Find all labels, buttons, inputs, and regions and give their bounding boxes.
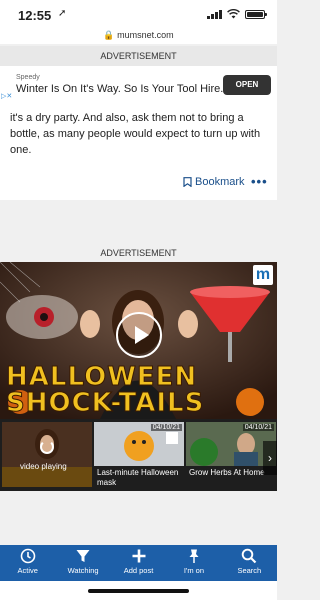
thumbnail-image (2, 422, 92, 487)
advertisement-label: ADVERTISEMENT (0, 46, 277, 66)
plus-icon (132, 549, 146, 563)
bookmark-button[interactable]: Bookmark (183, 176, 245, 188)
nav-item-active[interactable]: Active (0, 545, 55, 581)
thumbnail-item[interactable]: video playing (2, 422, 92, 487)
video-thumbnails: video playing 04/10/21 Last-minute Hallo… (0, 419, 277, 491)
url-text: mumsnet.com (117, 30, 174, 40)
bookmark-icon (183, 177, 192, 187)
status-bar: 12:55 ➚ (0, 0, 277, 26)
thumbnail-item[interactable]: 04/10/21 Last-minute Halloween mask (94, 422, 184, 487)
more-options-icon[interactable]: ••• (251, 175, 268, 188)
ad-open-button[interactable]: OPEN (223, 75, 271, 95)
nav-item-search[interactable]: Search (222, 545, 277, 581)
thumbnail-date: 04/10/21 (150, 424, 182, 431)
video-title-line2: SHOCK-TAILS (5, 388, 205, 419)
battery-icon (245, 9, 267, 19)
ad-sponsor: Speedy (16, 74, 40, 81)
thumbnail-overlay: video playing (20, 462, 67, 471)
ad-banner[interactable]: Speedy Winter Is On It's Way. So Is Your… (0, 66, 277, 104)
thumbnail-caption: Grow Herbs At Home (189, 468, 265, 477)
nav-label: Watching (67, 566, 99, 575)
bookmark-label: Bookmark (195, 176, 245, 188)
post-text: it's a dry party. And also, ask them not… (10, 112, 261, 156)
nav-item-add-post[interactable]: Add post (111, 545, 166, 581)
status-time: 12:55 (18, 8, 52, 23)
ad-headline[interactable]: Winter Is On It's Way. So Is Your Tool H… (16, 83, 223, 95)
wifi-icon (227, 9, 240, 19)
forum-post: it's a dry party. And also, ask them not… (0, 104, 277, 200)
signal-icon (207, 9, 222, 19)
adchoices-icon[interactable]: ▷✕ (0, 92, 14, 100)
lock-icon: 🔒 (103, 30, 115, 40)
filter-icon (76, 550, 90, 562)
search-icon (242, 548, 257, 564)
pin-icon (189, 549, 199, 563)
nav-item-im-on[interactable]: I'm on (166, 545, 221, 581)
mumsnet-logo: m (253, 265, 273, 285)
url-bar[interactable]: 🔒 mumsnet.com (0, 26, 277, 44)
home-indicator (0, 581, 277, 600)
nav-label: Search (237, 566, 262, 575)
page-background (0, 491, 277, 545)
nav-label: Add post (123, 566, 154, 575)
loading-spinner-icon (40, 440, 54, 454)
chevron-right-icon[interactable]: › (263, 441, 277, 475)
thumbnail-caption: Last-minute Halloween mask (97, 468, 179, 487)
nav-label: I'm on (183, 566, 205, 575)
nav-label: Active (17, 566, 38, 575)
nav-item-watching[interactable]: Watching (55, 545, 110, 581)
advertisement-label-2: ADVERTISEMENT (0, 244, 277, 262)
status-icons (207, 9, 267, 19)
bottom-nav: Active Watching Add post I'm on Search (0, 545, 277, 581)
location-arrow-icon: ➚ (58, 8, 67, 19)
play-icon[interactable] (116, 312, 162, 358)
thumbnail-date: 04/10/21 (242, 424, 274, 431)
clock-icon (20, 548, 36, 564)
